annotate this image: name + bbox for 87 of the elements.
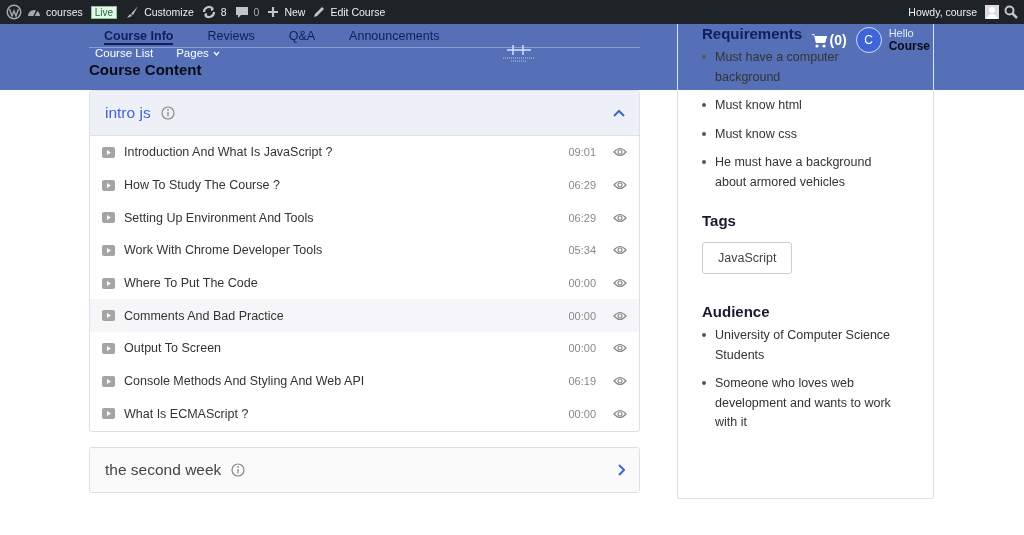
lesson-duration: 00:00: [568, 309, 596, 322]
lesson-row[interactable]: Comments And Bad Practice 00:00: [90, 299, 639, 333]
search-icon: [1004, 5, 1018, 19]
cart-icon: [810, 32, 828, 48]
lesson-duration: 00:00: [568, 342, 596, 355]
comment-icon: [234, 5, 249, 19]
chevron-up-icon: [613, 109, 625, 117]
lesson-title: Output To Screen: [124, 341, 222, 356]
lesson-duration: 06:29: [568, 179, 596, 192]
nav-link[interactable]: Course List: [95, 47, 154, 59]
lesson-title: Where To Put The Code: [124, 276, 258, 291]
lesson-duration: 00:00: [568, 407, 596, 420]
refresh-icon: [201, 5, 216, 19]
lesson-row[interactable]: Introduction And What Is JavaScript ? 09:01: [90, 136, 639, 169]
lesson-duration: 06:29: [568, 211, 596, 224]
requirement-item: He must have a background about armored vehicles: [715, 154, 873, 191]
sidebar-heading: Tags: [702, 212, 737, 229]
info-icon: [160, 106, 175, 120]
video-icon: [102, 212, 115, 224]
eye-icon: [613, 310, 627, 321]
chevron-right-icon: [617, 464, 625, 477]
pencil-icon: [313, 6, 326, 18]
eye-icon: [613, 147, 627, 158]
lesson-duration: 00:00: [568, 277, 596, 290]
new-link[interactable]: New: [284, 6, 306, 18]
eye-icon: [613, 180, 627, 191]
requirement-item: Must have a computer background: [715, 49, 840, 86]
info-icon: [231, 463, 246, 478]
video-icon: [102, 179, 115, 191]
topic-header[interactable]: intro js: [90, 91, 639, 136]
eye-icon: [613, 245, 627, 256]
lesson-row[interactable]: How To Study The Course ? 06:29: [90, 168, 639, 202]
topic-header[interactable]: the second week: [90, 448, 639, 493]
requirement-item: Must know css: [715, 125, 797, 143]
lesson-row[interactable]: Setting Up Environment And Tools 06:29: [90, 201, 639, 235]
video-icon: [102, 310, 115, 322]
brush-icon: [125, 5, 140, 19]
lesson-title: Comments And Bad Practice: [124, 308, 284, 323]
lesson-duration: 05:34: [568, 244, 596, 257]
nav-link[interactable]: Pages: [176, 47, 220, 59]
lesson-title: Work With Chrome Developer Tools: [124, 243, 323, 258]
greeting-text: Hello: [888, 27, 915, 40]
topic-title: intro js: [105, 104, 151, 122]
avatar-icon: [985, 5, 999, 19]
lesson-row[interactable]: What Is ECMAScript ? 00:00: [90, 397, 639, 431]
lesson-row[interactable]: Where To Put The Code 00:00: [90, 266, 639, 300]
tag-link[interactable]: JavaScript: [702, 242, 793, 274]
edit-link[interactable]: Edit Course: [330, 6, 386, 18]
eye-icon: [613, 376, 627, 387]
lesson-duration: 06:19: [568, 375, 596, 388]
topic-title: the second week: [105, 461, 222, 480]
lesson-row[interactable]: Work With Chrome Developer Tools 05:34: [90, 234, 639, 267]
customize-link[interactable]: Customize: [144, 6, 194, 18]
video-icon: [102, 244, 115, 256]
audience-item: Someone who loves web development and wants to work with it: [715, 375, 892, 431]
site-link[interactable]: courses: [46, 6, 83, 18]
video-icon: [102, 342, 115, 354]
wordpress-logo-icon: [6, 4, 22, 20]
caret-icon: [212, 51, 220, 56]
eye-icon: [613, 212, 627, 223]
eye-icon: [613, 343, 627, 354]
lesson-title: Console Methods And Styling And Web API: [124, 374, 365, 389]
sidebar-heading: Audience: [702, 303, 771, 320]
video-icon: [102, 146, 115, 158]
requirement-item: Must know html: [715, 97, 802, 114]
lesson-title: Setting Up Environment And Tools: [124, 210, 314, 225]
eye-icon: [613, 408, 627, 419]
updates-count[interactable]: 8: [220, 6, 227, 18]
lesson-title: How To Study The Course ?: [124, 178, 280, 193]
video-icon: [102, 408, 115, 420]
plus-icon: [267, 6, 280, 18]
video-icon: [102, 375, 115, 387]
live-badge: Live: [90, 5, 118, 19]
lesson-title: Introduction And What Is JavaScript ?: [124, 145, 333, 160]
audience-item: University of Computer Science Students: [715, 327, 892, 364]
comments-count[interactable]: 0: [253, 6, 260, 18]
sidebar-heading: Requirements: [702, 25, 803, 42]
lesson-title: What Is ECMAScript ?: [124, 406, 249, 421]
site-logo-icon: [501, 42, 537, 62]
greeting-link[interactable]: Howdy, course: [908, 6, 977, 18]
lesson-duration: 09:01: [568, 146, 596, 159]
cart-link[interactable]: (0): [810, 32, 847, 48]
video-icon: [102, 277, 115, 289]
lesson-row[interactable]: Output To Screen 00:00: [90, 332, 639, 365]
user-name[interactable]: Course: [888, 40, 930, 53]
lesson-row[interactable]: Console Methods And Styling And Web API 06:19: [90, 364, 639, 398]
eye-icon: [613, 278, 627, 289]
